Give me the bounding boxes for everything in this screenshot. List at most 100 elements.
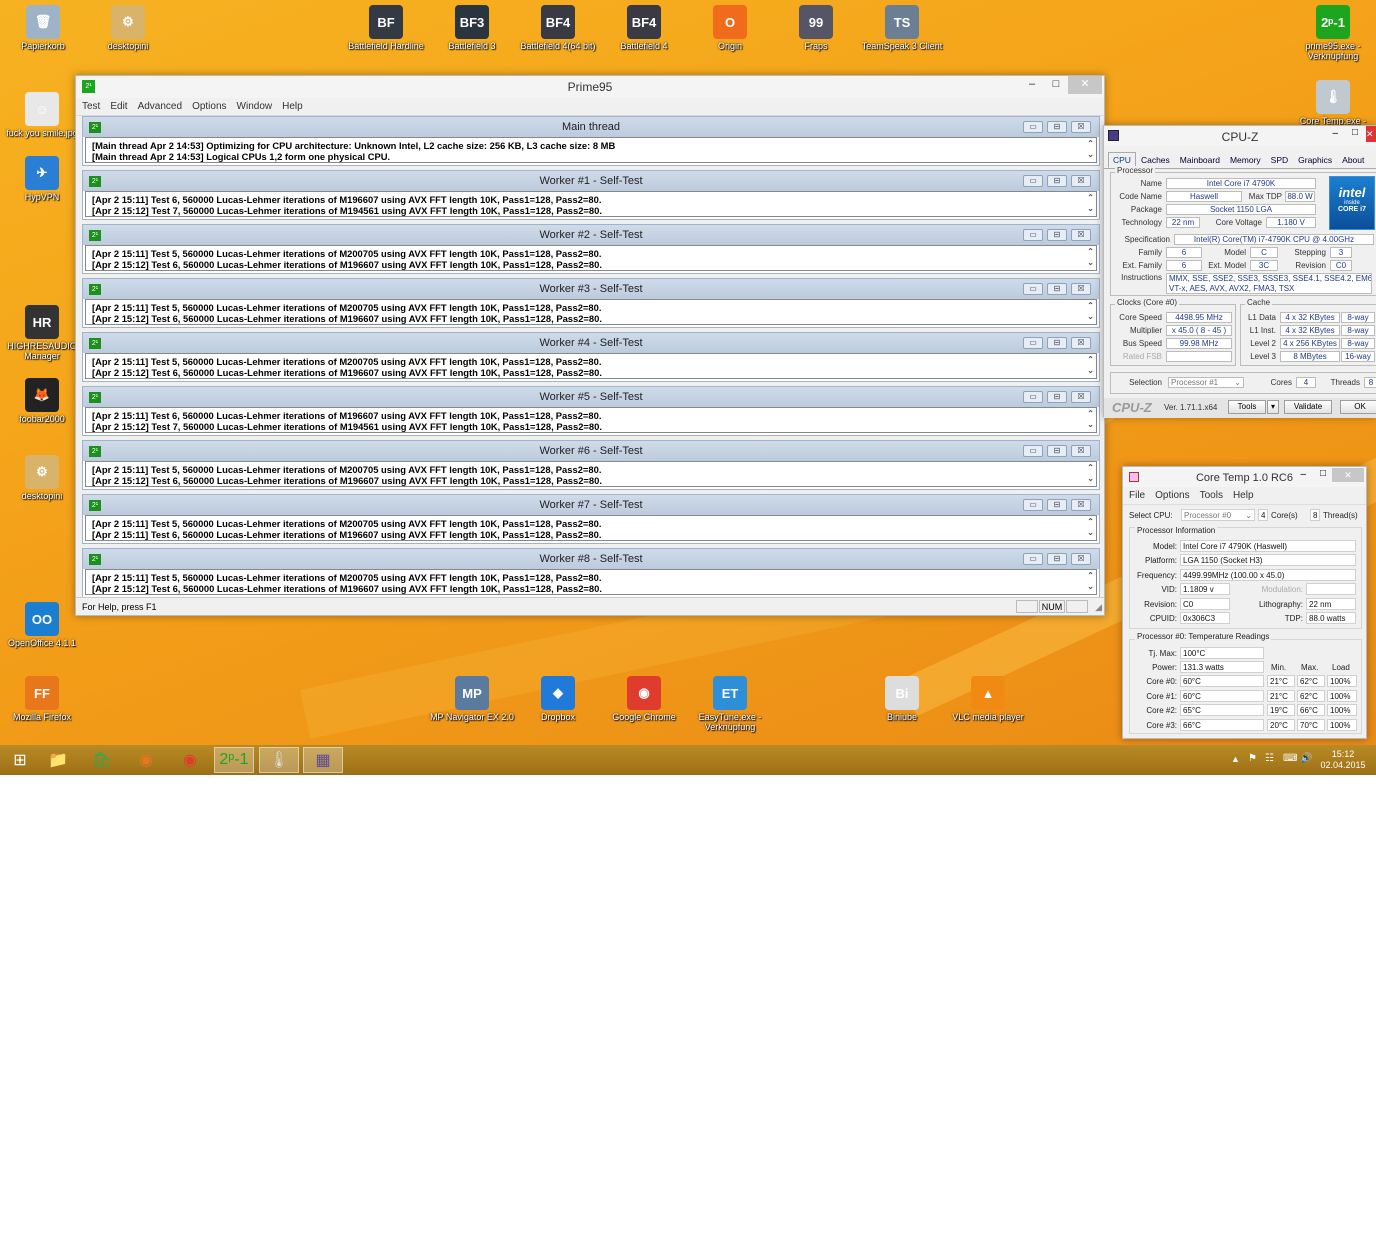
tab-graphics[interactable]: Graphics [1293,152,1337,168]
minimize-button[interactable]: ▭ [1023,391,1043,403]
coretemp-icon[interactable]: 🌡 [259,747,299,773]
scrollbar[interactable]: ⌃ ⌄ [1087,138,1094,160]
minimize-button[interactable]: ▭ [1023,121,1043,133]
close-button[interactable]: ☒ [1071,283,1091,295]
restore-button[interactable]: ⊟ [1047,445,1067,457]
worker-window[interactable]: 2¹ Worker #4 - Self-Test ▭ ⊟ ☒ [Apr 2 15:11] … [82,332,1100,382]
restore-button[interactable]: ⊟ [1047,391,1067,403]
close-button[interactable]: ✕ [1332,468,1364,482]
worker-log[interactable]: [Apr 2 15:11] Test 5, 560000 Lucas-Lehme… [85,245,1097,271]
restore-button[interactable]: ⊟ [1047,229,1067,241]
worker-window[interactable]: 2¹ Main thread ▭ ⊟ ☒ [Main thread Apr 2 14:53… [82,116,1100,166]
worker-window[interactable]: 2¹ Worker #3 - Self-Test ▭ ⊟ ☒ [Apr 2 15:11] … [82,278,1100,328]
worker-titlebar[interactable]: 2¹ Worker #6 - Self-Test ▭ ⊟ ☒ [83,441,1099,461]
file-explorer-icon[interactable]: 📁 [38,747,78,773]
desktop-icon[interactable]: OO OpenOffice 4.1.1 [0,602,84,648]
minimize-button[interactable]: – [1300,469,1306,480]
desktop-icon[interactable]: 99 Fraps [774,5,858,51]
close-button[interactable]: ☒ [1071,121,1091,133]
firefox-icon[interactable]: ◉ [126,747,166,773]
desktop-icon[interactable]: ◆ Dropbox [516,676,600,722]
coretemp-titlebar[interactable]: Core Temp 1.0 RC6 – □ ✕ [1123,467,1366,487]
store-icon[interactable]: 🛍 [82,747,122,773]
menu-item-help[interactable]: Help [1233,490,1254,501]
scrollbar[interactable]: ⌃ ⌄ [1087,246,1094,268]
maximize-button[interactable]: □ [1352,127,1358,138]
minimize-button[interactable]: ▭ [1023,229,1043,241]
worker-titlebar[interactable]: 2¹ Worker #3 - Self-Test ▭ ⊟ ☒ [83,279,1099,299]
restore-button[interactable]: ⊟ [1047,283,1067,295]
prime95-window[interactable]: 2¹ Prime95 – □ ✕ Test Edit Advanced Options… [75,75,1105,616]
tab-mainboard[interactable]: Mainboard [1175,152,1225,168]
minimize-button[interactable]: – [1020,76,1044,94]
scrollbar[interactable]: ⌃ ⌄ [1087,570,1094,592]
desktop-icon[interactable]: Bi Biniube [860,676,944,722]
menu-item-window[interactable]: Window [237,101,273,112]
desktop-icon[interactable]: FF Mozilla Firefox [0,676,84,722]
action-center-icon[interactable]: ⚑ [1248,753,1257,764]
desktop-icon[interactable]: TS TeamSpeak 3 Client [860,5,944,51]
desktop-icon[interactable]: 2ᵖ-1 prime95.exe - Verknüpfung [1291,5,1375,61]
restore-button[interactable]: ⊟ [1047,121,1067,133]
desktop-icon[interactable]: ✈ HypVPN [0,156,84,202]
network-icon[interactable]: ☷ [1265,753,1274,764]
minimize-button[interactable]: ▭ [1023,175,1043,187]
minimize-button[interactable]: ▭ [1023,337,1043,349]
close-button[interactable]: ✕ [1068,76,1102,94]
tools-button[interactable]: Tools [1228,400,1266,414]
prime95-icon[interactable]: 2ᵖ-1 [214,747,254,773]
worker-titlebar[interactable]: 2¹ Worker #8 - Self-Test ▭ ⊟ ☒ [83,549,1099,569]
worker-log[interactable]: [Apr 2 15:11] Test 5, 560000 Lucas-Lehme… [85,569,1097,595]
close-button[interactable]: ☒ [1071,553,1091,565]
restore-button[interactable]: ⊟ [1047,499,1067,511]
worker-window[interactable]: 2¹ Worker #6 - Self-Test ▭ ⊟ ☒ [Apr 2 15:11] … [82,440,1100,490]
worker-log[interactable]: [Apr 2 15:11] Test 5, 560000 Lucas-Lehme… [85,461,1097,487]
maximize-button[interactable]: □ [1320,468,1326,479]
menu-item-test[interactable]: Test [82,101,100,112]
cpuz-titlebar[interactable]: CPU-Z – □ ✕ [1104,126,1376,146]
menu-item-file[interactable]: File [1129,490,1145,501]
worker-titlebar[interactable]: 2¹ Worker #1 - Self-Test ▭ ⊟ ☒ [83,171,1099,191]
desktop-icon[interactable]: MP MP Navigator EX 2.0 [430,676,514,722]
worker-titlebar[interactable]: 2¹ Worker #2 - Self-Test ▭ ⊟ ☒ [83,225,1099,245]
desktop-icon[interactable]: BF4 Battlefield 4 [602,5,686,51]
tools-dropdown-button[interactable]: ▾ [1267,400,1279,414]
close-button[interactable]: ☒ [1071,175,1091,187]
desktop-icon[interactable]: HR HIGHRESAUDIO Manager [0,305,84,361]
desktop-icon[interactable]: 🗑 Papierkorb [1,5,85,51]
desktop-icon[interactable]: ⚙ desktopini [86,5,170,51]
validate-button[interactable]: Validate [1284,400,1332,414]
close-button[interactable]: ✕ [1366,126,1376,142]
minimize-button[interactable]: – [1332,128,1338,139]
show-hidden-icons-button[interactable]: ▲ [1231,754,1240,764]
scrollbar[interactable]: ⌃ ⌄ [1087,408,1094,430]
worker-window[interactable]: 2¹ Worker #8 - Self-Test ▭ ⊟ ☒ [Apr 2 15:11] … [82,548,1100,598]
clock[interactable]: 15:12 02.04.2015 [1318,749,1368,771]
menu-item-edit[interactable]: Edit [110,101,127,112]
close-button[interactable]: ☒ [1071,337,1091,349]
worker-titlebar[interactable]: 2¹ Worker #7 - Self-Test ▭ ⊟ ☒ [83,495,1099,515]
desktop-icon[interactable]: BF3 Battlefield 3 [430,5,514,51]
minimize-button[interactable]: ▭ [1023,283,1043,295]
restore-button[interactable]: ⊟ [1047,337,1067,349]
close-button[interactable]: ☒ [1071,229,1091,241]
cpuz-icon[interactable]: ▦ [303,747,343,773]
close-button[interactable]: ☒ [1071,391,1091,403]
ok-button[interactable]: OK [1340,400,1376,414]
worker-log[interactable]: [Apr 2 15:11] Test 6, 560000 Lucas-Lehme… [85,407,1097,433]
prime95-titlebar[interactable]: 2¹ Prime95 – □ ✕ [76,76,1104,98]
minimize-button[interactable]: ▭ [1023,445,1043,457]
menu-item-tools[interactable]: Tools [1200,490,1223,501]
worker-log[interactable]: [Apr 2 15:11] Test 5, 560000 Lucas-Lehme… [85,299,1097,325]
worker-window[interactable]: 2¹ Worker #5 - Self-Test ▭ ⊟ ☒ [Apr 2 15:11] … [82,386,1100,436]
close-button[interactable]: ☒ [1071,445,1091,457]
menu-item-help[interactable]: Help [282,101,303,112]
worker-log[interactable]: [Apr 2 15:11] Test 6, 560000 Lucas-Lehme… [85,191,1097,217]
scrollbar[interactable]: ⌃ ⌄ [1087,354,1094,376]
desktop-icon[interactable]: BF4 Battlefield 4(64 bit) [516,5,600,51]
restore-button[interactable]: ⊟ [1047,175,1067,187]
scrollbar[interactable]: ⌃ ⌄ [1087,462,1094,484]
worker-titlebar[interactable]: 2¹ Worker #4 - Self-Test ▭ ⊟ ☒ [83,333,1099,353]
tab-spd[interactable]: SPD [1266,152,1293,168]
coretemp-window[interactable]: Core Temp 1.0 RC6 – □ ✕ File Options Tools… [1122,466,1367,739]
